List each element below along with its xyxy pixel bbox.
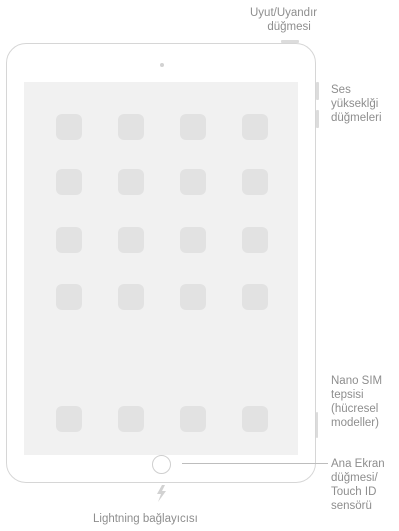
volume-label-line1: Ses bbox=[331, 84, 351, 96]
home-button-label-line3: Touch ID bbox=[331, 486, 377, 498]
volume-label: Ses yükseklği düğmeleri bbox=[331, 83, 382, 125]
volume-label-line2: yükseklği bbox=[331, 98, 379, 110]
nano-sim-label-line1: Nano SIM bbox=[331, 375, 383, 387]
nano-sim-label-line4: modeller) bbox=[331, 417, 379, 429]
nano-sim-label-line3: (hücresel bbox=[331, 403, 379, 415]
home-button-label-line1: Ana Ekran bbox=[331, 458, 385, 470]
lightning-bolt-icon bbox=[157, 485, 166, 502]
home-button-label: Ana Ekran düğmesi/ Touch ID sensörü bbox=[331, 457, 385, 513]
home-button-label-line4: sensörü bbox=[331, 500, 372, 512]
lightning-label: Lightning bağlayıcısı bbox=[93, 513, 198, 525]
nano-sim-label: Nano SIM tepsisi (hücresel modeller) bbox=[331, 374, 382, 430]
home-button-label-line2: düğmesi/ bbox=[331, 472, 378, 484]
volume-label-line3: düğmeleri bbox=[331, 112, 382, 124]
nano-sim-label-line2: tepsisi bbox=[331, 389, 364, 401]
